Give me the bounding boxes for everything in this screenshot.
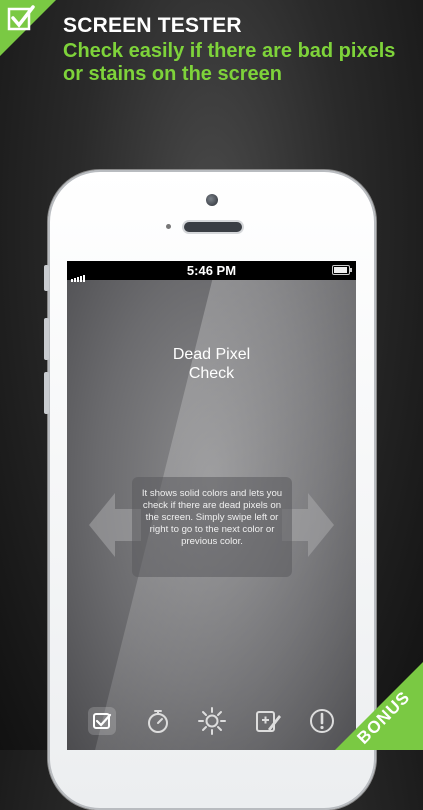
status-time: 5:46 PM <box>186 263 237 278</box>
tab-timer[interactable] <box>144 707 172 735</box>
status-bar: 5:46 PM <box>67 261 356 282</box>
edit-icon <box>256 711 281 732</box>
earpiece-speaker <box>184 222 242 232</box>
stopwatch-icon <box>148 710 168 733</box>
checkbox-icon <box>7 5 35 31</box>
battery-icon <box>332 265 352 275</box>
checkbox-icon <box>88 707 116 735</box>
warning-icon <box>310 709 334 733</box>
screen-title-line1: Dead Pixel <box>172 346 251 363</box>
mute-switch <box>44 265 49 291</box>
app-subtitle: Check easily if there are bad pixels or … <box>63 40 396 85</box>
tab-dead-pixel-check[interactable] <box>88 707 116 735</box>
screen-title-line2: Check <box>188 365 235 382</box>
tab-info[interactable] <box>308 707 336 735</box>
tab-brightness[interactable] <box>198 707 226 735</box>
sun-icon <box>198 707 226 735</box>
screen-title: Dead Pixel Check <box>67 345 356 383</box>
tab-touch-test[interactable] <box>254 707 282 735</box>
description-text: It shows solid colors and lets you check… <box>141 488 283 547</box>
phone-screen: 5:46 PM Dead Pixel Check It shows solid … <box>67 261 356 750</box>
sensor-dot <box>166 224 171 229</box>
front-camera <box>206 194 218 206</box>
volume-down-button <box>44 372 49 414</box>
tab-bar <box>67 703 356 750</box>
volume-up-button <box>44 318 49 360</box>
app-title: SCREEN TESTER <box>63 14 242 37</box>
